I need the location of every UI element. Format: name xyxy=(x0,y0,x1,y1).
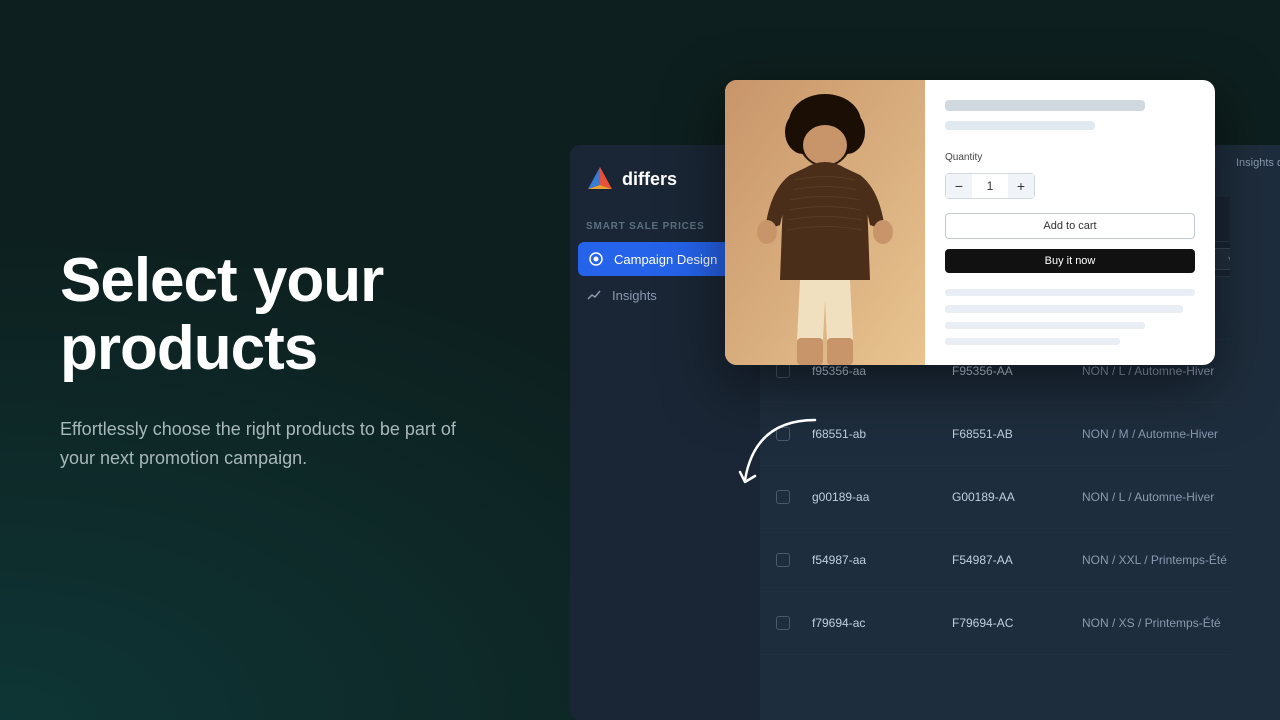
quantity-label: Quantity xyxy=(945,152,1195,163)
product-figure-svg xyxy=(725,80,925,365)
table-row: f79694-ac F79694-AC NON / XS / Printemps… xyxy=(760,592,1280,655)
sidebar-item-insights-label: Insights xyxy=(612,288,657,303)
product-subtitle-placeholder xyxy=(945,121,1095,130)
quantity-control: − 1 + xyxy=(945,173,1035,199)
hero-section: Select your products Effortlessly choose… xyxy=(0,0,560,720)
hero-subtitle: Effortlessly choose the right products t… xyxy=(60,415,480,473)
quantity-value: 1 xyxy=(972,179,1008,193)
logo-text: differs xyxy=(622,169,677,190)
buy-now-button[interactable]: Buy it now xyxy=(945,249,1195,273)
hero-title: Select your products xyxy=(60,247,500,383)
row-variant: NON / L / Automne-Hiver xyxy=(1074,480,1244,514)
row-variant: NON / XXL / Printemps-Été xyxy=(1074,543,1244,577)
gear-circle-icon xyxy=(588,251,604,267)
desc-line-2 xyxy=(945,305,1183,312)
row-title: F54987-AA xyxy=(944,543,1074,577)
right-panel-hint-text: Insights de xyxy=(1236,157,1280,169)
quantity-minus-button[interactable]: − xyxy=(946,174,972,198)
row-variant: NON / XS / Printemps-Été xyxy=(1074,606,1244,640)
right-panel-hint: Insights de xyxy=(1230,145,1280,720)
row-handle: f54987-aa xyxy=(804,543,944,577)
desc-line-3 xyxy=(945,322,1145,329)
row-title: F79694-AC xyxy=(944,606,1074,640)
desc-line-4 xyxy=(945,338,1120,345)
chart-line-icon xyxy=(586,287,602,303)
row-title: G00189-AA xyxy=(944,480,1074,514)
row-variant: NON / M / Automne-Hiver xyxy=(1074,417,1244,451)
curved-arrow xyxy=(735,400,855,520)
row-checkbox[interactable] xyxy=(768,543,804,577)
product-title-placeholder xyxy=(945,100,1145,111)
row-handle: f79694-ac xyxy=(804,606,944,640)
logo-icon xyxy=(586,165,614,193)
quantity-plus-button[interactable]: + xyxy=(1008,174,1034,198)
product-card-popup: Quantity − 1 + Add to cart Buy it now xyxy=(725,80,1215,365)
app-window: Quantity − 1 + Add to cart Buy it now di… xyxy=(570,145,1280,720)
product-image xyxy=(725,80,925,365)
product-details: Quantity − 1 + Add to cart Buy it now xyxy=(925,80,1215,365)
row-title: F68551-AB xyxy=(944,417,1074,451)
add-to-cart-button[interactable]: Add to cart xyxy=(945,213,1195,239)
row-checkbox[interactable] xyxy=(768,606,804,640)
table-row: f54987-aa F54987-AA NON / XXL / Printemp… xyxy=(760,529,1280,592)
sidebar-item-campaign-design-label: Campaign Design xyxy=(614,252,717,267)
desc-line-1 xyxy=(945,289,1195,296)
